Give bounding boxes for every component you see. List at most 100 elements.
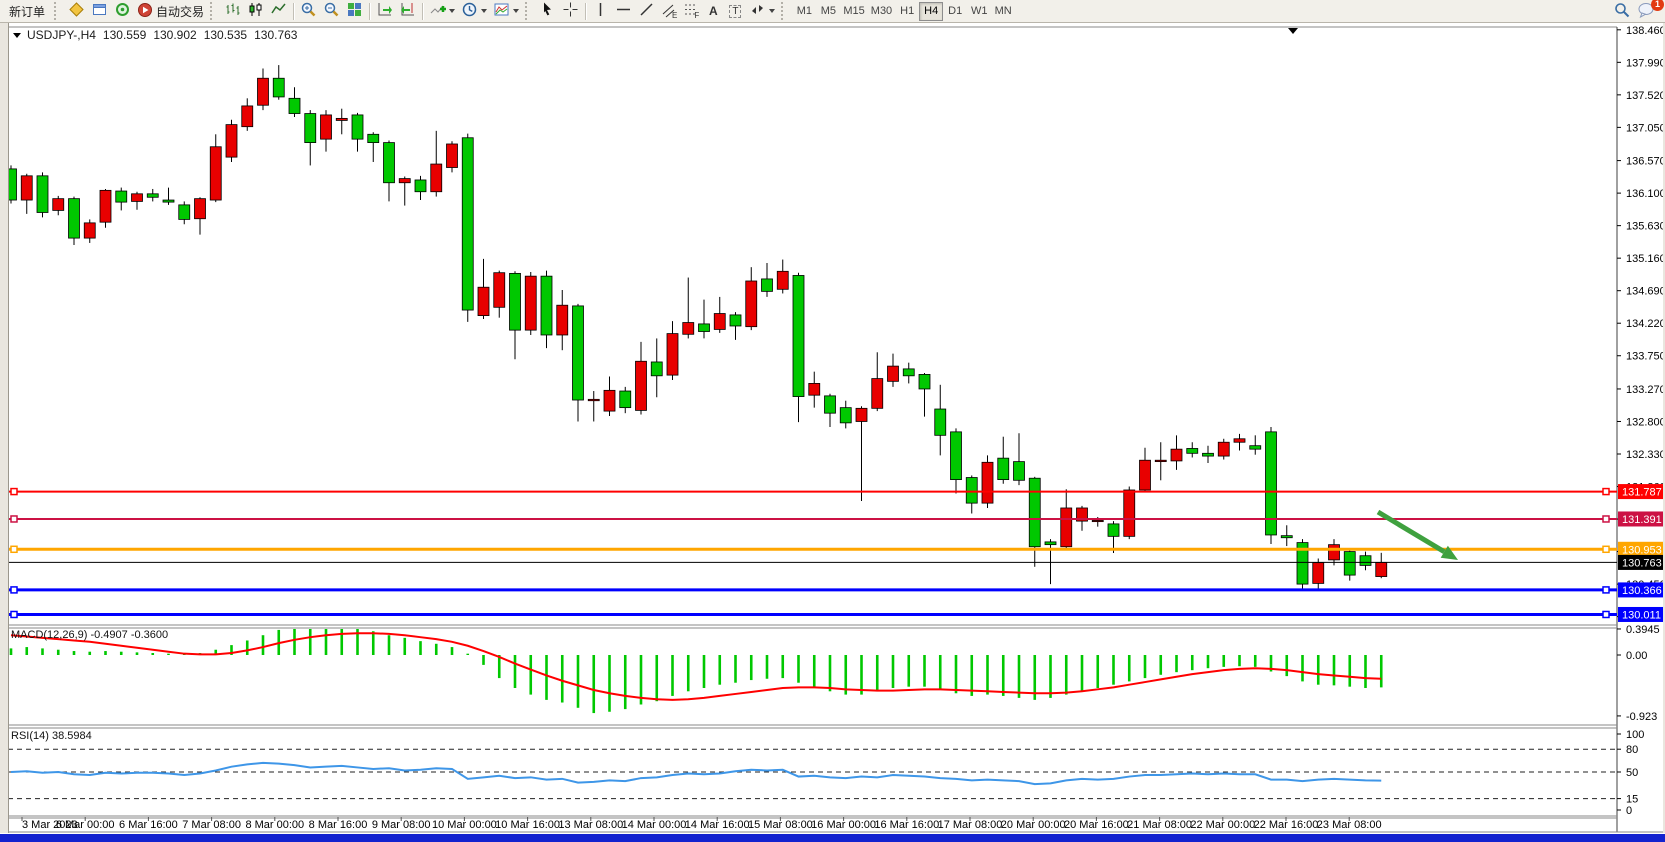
- search-button[interactable]: [1610, 1, 1634, 21]
- price-tag-label: 130.953: [1622, 544, 1662, 556]
- candle-body: [147, 194, 158, 197]
- auto-scroll-button[interactable]: [373, 1, 396, 21]
- data-window-icon: [91, 1, 108, 21]
- candle-body: [1218, 442, 1229, 456]
- candle-body: [1234, 439, 1245, 442]
- date-tick-label: 22 Mar 00:00: [1190, 819, 1255, 831]
- periods-button[interactable]: [458, 1, 490, 21]
- date-tick-label: 9 Mar 08:00: [372, 819, 431, 831]
- chevron-down-icon: [449, 9, 455, 13]
- trendline-tool-button[interactable]: [635, 1, 658, 21]
- candle-body: [1029, 478, 1040, 547]
- new-order-button[interactable]: 新订单: [3, 1, 51, 21]
- timeframe-m30-button[interactable]: M30: [868, 2, 895, 21]
- ohlc-high: 130.902: [153, 28, 196, 42]
- candle-body: [116, 191, 127, 202]
- chart-line-button[interactable]: [267, 1, 290, 21]
- candle-body: [258, 78, 269, 105]
- timeframe-h1-button[interactable]: H1: [895, 2, 919, 21]
- chart-shift-button[interactable]: [396, 1, 419, 21]
- candle-body: [903, 369, 914, 376]
- price-tick-label: 132.330: [1626, 449, 1665, 461]
- notification-badge: 1: [1651, 0, 1664, 11]
- candle-body: [1092, 520, 1103, 521]
- symbol-dropdown-icon[interactable]: [13, 33, 21, 38]
- candle-body: [1313, 563, 1324, 584]
- chart-candles-button[interactable]: [244, 1, 267, 21]
- rsi-tick-label: 15: [1626, 794, 1638, 806]
- crosshair-icon: [562, 1, 579, 21]
- chart-shift-marker[interactable]: [1288, 28, 1298, 34]
- price-tick-label: 134.690: [1626, 286, 1665, 298]
- timeframe-m15-button[interactable]: M15: [840, 2, 867, 21]
- tile-windows-button[interactable]: [343, 1, 366, 21]
- chart-area[interactable]: 138.460137.990137.520137.050136.570136.1…: [0, 0, 1665, 842]
- candle-body: [1203, 453, 1214, 456]
- date-tick-label: 7 Mar 08:00: [182, 819, 241, 831]
- rsi-line: [11, 763, 1381, 784]
- fibonacci-label: F: [694, 11, 699, 20]
- line-anchor: [11, 516, 17, 522]
- toolbar-separator: [422, 3, 423, 20]
- arrows-tool-button[interactable]: [746, 1, 778, 21]
- cursor-arrow-icon: [539, 1, 556, 21]
- zoom-in-button[interactable]: [297, 1, 320, 21]
- macd-tick-label: -0.923: [1626, 711, 1657, 723]
- market-watch-button[interactable]: [65, 1, 88, 21]
- date-tick-label: 10 Mar 16:00: [495, 819, 560, 831]
- date-tick-label: 13 Mar 08:00: [558, 819, 623, 831]
- crosshair-tool-button[interactable]: [559, 1, 582, 21]
- candle-body: [1344, 552, 1355, 576]
- horizontal-lines[interactable]: 131.787131.391130.953130.763130.366130.0…: [8, 484, 1665, 622]
- text-tool-button[interactable]: A: [702, 1, 724, 21]
- indicators-button[interactable]: [426, 1, 458, 21]
- timeframe-d1-button[interactable]: D1: [943, 2, 967, 21]
- zoom-out-icon: [323, 1, 340, 21]
- fibonacci-tool-button[interactable]: F: [680, 1, 702, 21]
- chart-bars-button[interactable]: [221, 1, 244, 21]
- date-tick-label: 8 Mar 00:00: [245, 819, 304, 831]
- horizontal-line-tool-button[interactable]: [612, 1, 635, 21]
- timeframe-h4-button[interactable]: H4: [919, 2, 943, 21]
- candle-body: [856, 408, 867, 421]
- vertical-line-icon: [592, 1, 609, 21]
- timeframe-mn-button[interactable]: MN: [991, 2, 1015, 21]
- chart-symbol-header: USDJPY-,H4 130.559 130.902 130.535 130.7…: [13, 28, 304, 42]
- candle-body: [399, 179, 410, 183]
- navigator-button[interactable]: [111, 1, 134, 21]
- price-tag-label: 131.391: [1622, 514, 1662, 526]
- vertical-line-tool-button[interactable]: [589, 1, 612, 21]
- toolbar-separator: [369, 3, 370, 20]
- candle-body: [982, 462, 993, 503]
- toolbar-grip: [781, 2, 789, 20]
- chart-frame: [0, 27, 1665, 832]
- chevron-down-icon: [481, 9, 487, 13]
- candle-body: [1140, 460, 1151, 490]
- autotrading-button[interactable]: 自动交易: [134, 1, 207, 21]
- candle-body: [951, 432, 962, 480]
- templates-button[interactable]: [490, 1, 522, 21]
- data-window-button[interactable]: [88, 1, 111, 21]
- candle-body: [966, 478, 977, 504]
- label-tool-button[interactable]: T: [724, 1, 746, 21]
- candle-body: [242, 106, 253, 127]
- search-icon: [1613, 1, 1631, 22]
- channel-tool-button[interactable]: E: [658, 1, 680, 21]
- date-tick-label: 21 Mar 08:00: [1127, 819, 1192, 831]
- market-watch-icon: [68, 1, 85, 21]
- notifications-button[interactable]: 1: [1634, 1, 1659, 21]
- candle-body: [1108, 524, 1119, 536]
- candle-body: [730, 315, 741, 326]
- rsi-tick-label: 0: [1626, 805, 1632, 817]
- timeframe-w1-button[interactable]: W1: [967, 2, 991, 21]
- price-tick-label: 135.630: [1626, 221, 1665, 233]
- timeframe-m1-button[interactable]: M1: [792, 2, 816, 21]
- candle-body: [872, 379, 883, 409]
- price-tick-label: 133.270: [1626, 384, 1665, 396]
- cursor-tool-button[interactable]: [536, 1, 559, 21]
- toolbar-grip: [210, 2, 218, 20]
- candle-body: [100, 190, 111, 222]
- timeframe-m5-button[interactable]: M5: [816, 2, 840, 21]
- zoom-out-button[interactable]: [320, 1, 343, 21]
- candle-body: [21, 176, 32, 200]
